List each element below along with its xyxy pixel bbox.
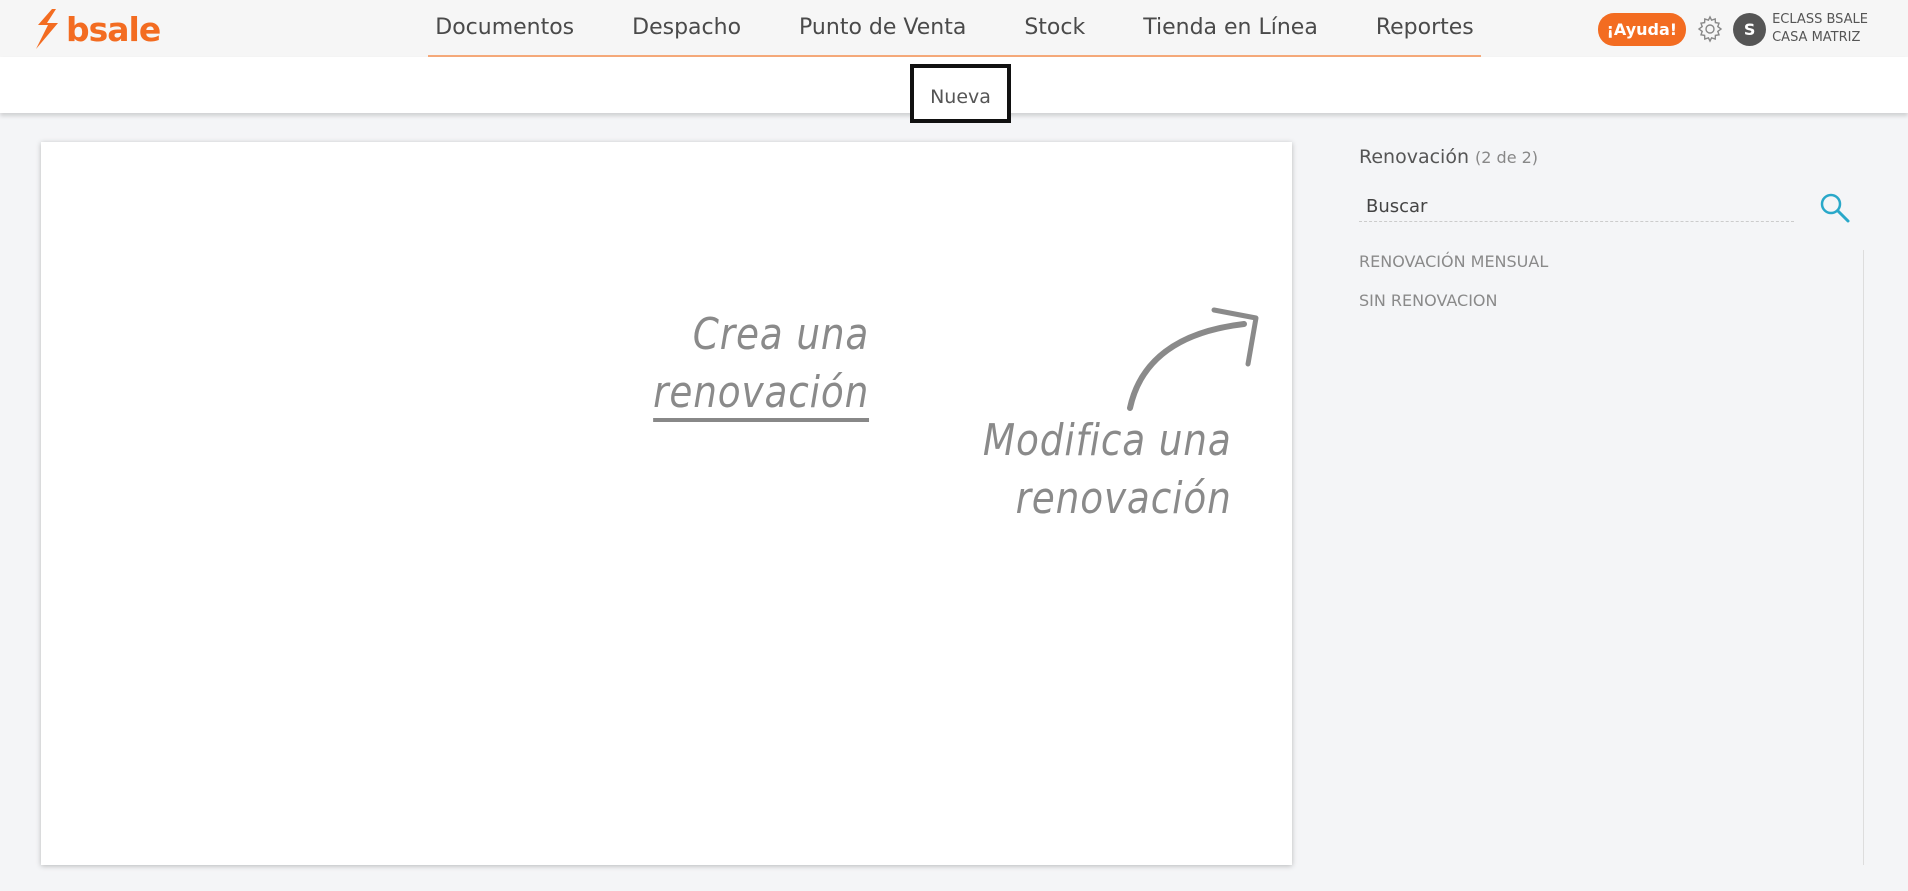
modify-hint-line2: renovación: [1015, 473, 1232, 524]
nav-punto-de-venta[interactable]: Punto de Venta: [770, 0, 995, 55]
nav-stock[interactable]: Stock: [995, 0, 1114, 55]
avatar[interactable]: S: [1733, 12, 1767, 46]
nav-documentos[interactable]: Documentos: [406, 0, 603, 55]
sidebar-title-text: Renovación: [1359, 146, 1469, 168]
create-hint: Crea una renovación: [652, 306, 869, 422]
brand-name: bsale: [66, 9, 161, 49]
nav-reportes[interactable]: Reportes: [1347, 0, 1503, 55]
sub-toolbar: Nueva: [0, 57, 1908, 123]
account-company: ECLASS BSALE: [1772, 12, 1868, 27]
account-branch: CASA MATRIZ: [1772, 30, 1861, 45]
nav-despacho[interactable]: Despacho: [603, 0, 770, 55]
top-bar: bsale Documentos Despacho Punto de Venta…: [0, 0, 1908, 57]
gear-icon[interactable]: [1695, 14, 1725, 44]
modify-hint: Modifica una renovación: [983, 412, 1232, 528]
renewal-list: RENOVACIÓN MENSUAL SIN RENOVACION: [1359, 250, 1864, 865]
bsale-logo[interactable]: bsale: [32, 8, 161, 50]
search-icon[interactable]: [1817, 190, 1851, 224]
sidebar: Renovación (2 de 2) RENOVACIÓN MENSUAL S…: [1359, 142, 1869, 865]
account-info[interactable]: ECLASS BSALE CASA MATRIZ: [1772, 11, 1868, 47]
main-nav: Documentos Despacho Punto de Venta Stock…: [428, 0, 1481, 57]
nav-tienda-en-linea[interactable]: Tienda en Línea: [1114, 0, 1347, 55]
header-actions: ¡Ayuda! S ECLASS BSALE CASA MATRIZ: [1597, 10, 1868, 48]
bsale-logo-icon: [36, 9, 58, 49]
create-hint-line2: renovación: [652, 367, 869, 422]
modify-hint-line1: Modifica una: [983, 415, 1232, 466]
new-button[interactable]: Nueva: [910, 64, 1011, 123]
list-item[interactable]: RENOVACIÓN MENSUAL: [1359, 250, 1863, 289]
sidebar-count: (2 de 2): [1475, 148, 1539, 167]
create-hint-line1: Crea una: [692, 309, 869, 360]
arrow-icon: [1127, 307, 1259, 411]
search-row: [1359, 190, 1869, 224]
help-button[interactable]: ¡Ayuda!: [1597, 12, 1687, 46]
search-input[interactable]: [1359, 192, 1794, 222]
list-item[interactable]: SIN RENOVACION: [1359, 289, 1863, 328]
main-canvas: Crea una renovación Modifica una renovac…: [41, 142, 1292, 865]
sidebar-title: Renovación (2 de 2): [1359, 142, 1869, 172]
